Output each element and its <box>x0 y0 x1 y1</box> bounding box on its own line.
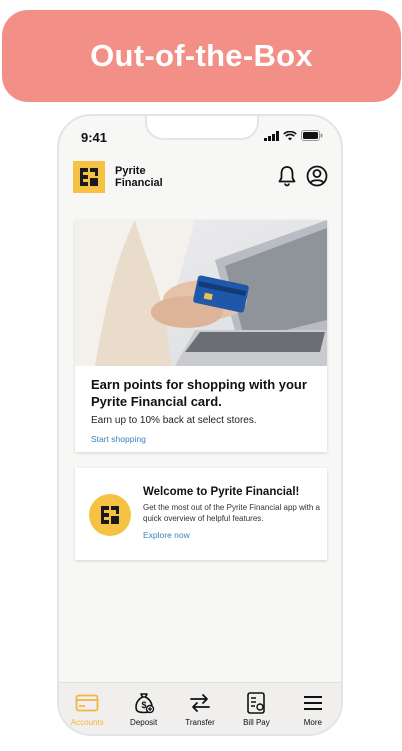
welcome-card[interactable]: Welcome to Pyrite Financial! Get the mos… <box>75 468 327 560</box>
welcome-title: Welcome to Pyrite Financial! <box>143 486 300 498</box>
tab-bill-pay[interactable]: Bill Pay <box>228 683 284 734</box>
svg-text:$: $ <box>141 700 146 710</box>
promo-subtitle: Earn up to 10% back at select stores. <box>91 415 257 426</box>
money-bag-icon: $ <box>134 693 154 714</box>
promo-title: Earn points for shopping with your Pyrit… <box>91 377 307 409</box>
tab-deposit[interactable]: $ Deposit <box>115 683 171 734</box>
tab-label: Bill Pay <box>243 718 270 727</box>
card-icon <box>75 694 99 712</box>
pyrite-logo-icon[interactable] <box>73 161 105 193</box>
tab-label: More <box>303 718 322 727</box>
welcome-description: Get the most out of the Pyrite Financial… <box>143 503 320 523</box>
brand-line-1: Pyrite <box>115 165 146 177</box>
user-circle-icon[interactable] <box>306 165 328 187</box>
banner-title: Out-of-the-Box <box>90 38 313 73</box>
phone-notch <box>145 116 259 140</box>
transfer-arrows-icon <box>190 694 210 712</box>
signal-icon <box>264 130 279 141</box>
promo-image <box>75 220 327 366</box>
app-header: Pyrite Financial <box>73 161 331 197</box>
menu-icon <box>303 696 322 710</box>
tab-label: Transfer <box>185 718 215 727</box>
status-time: 9:41 <box>81 130 108 145</box>
tab-label: Accounts <box>70 718 104 727</box>
explore-now-link[interactable]: Explore now <box>143 530 190 540</box>
start-shopping-link[interactable]: Start shopping <box>91 434 146 444</box>
tab-transfer[interactable]: Transfer <box>172 683 228 734</box>
status-icons <box>264 130 323 141</box>
bottom-tab-bar: Accounts $ Deposit Transfer Bill Pay Mor… <box>59 682 341 734</box>
wifi-icon <box>283 130 297 140</box>
brand-line-2: Financial <box>115 177 163 189</box>
promo-card[interactable]: Earn points for shopping with your Pyrit… <box>75 220 327 452</box>
bill-icon <box>247 692 266 714</box>
phone-frame: 9:41 Pyrite Financial Earn points for sh… <box>57 114 343 736</box>
battery-icon <box>301 130 323 141</box>
tab-accounts[interactable]: Accounts <box>59 683 115 734</box>
page-banner: Out-of-the-Box <box>2 10 401 102</box>
brand-name: Pyrite Financial <box>115 165 163 189</box>
pyrite-logo-icon <box>89 494 131 536</box>
tab-label: Deposit <box>130 718 158 727</box>
bell-icon[interactable] <box>277 165 297 187</box>
tab-more[interactable]: More <box>285 683 341 734</box>
